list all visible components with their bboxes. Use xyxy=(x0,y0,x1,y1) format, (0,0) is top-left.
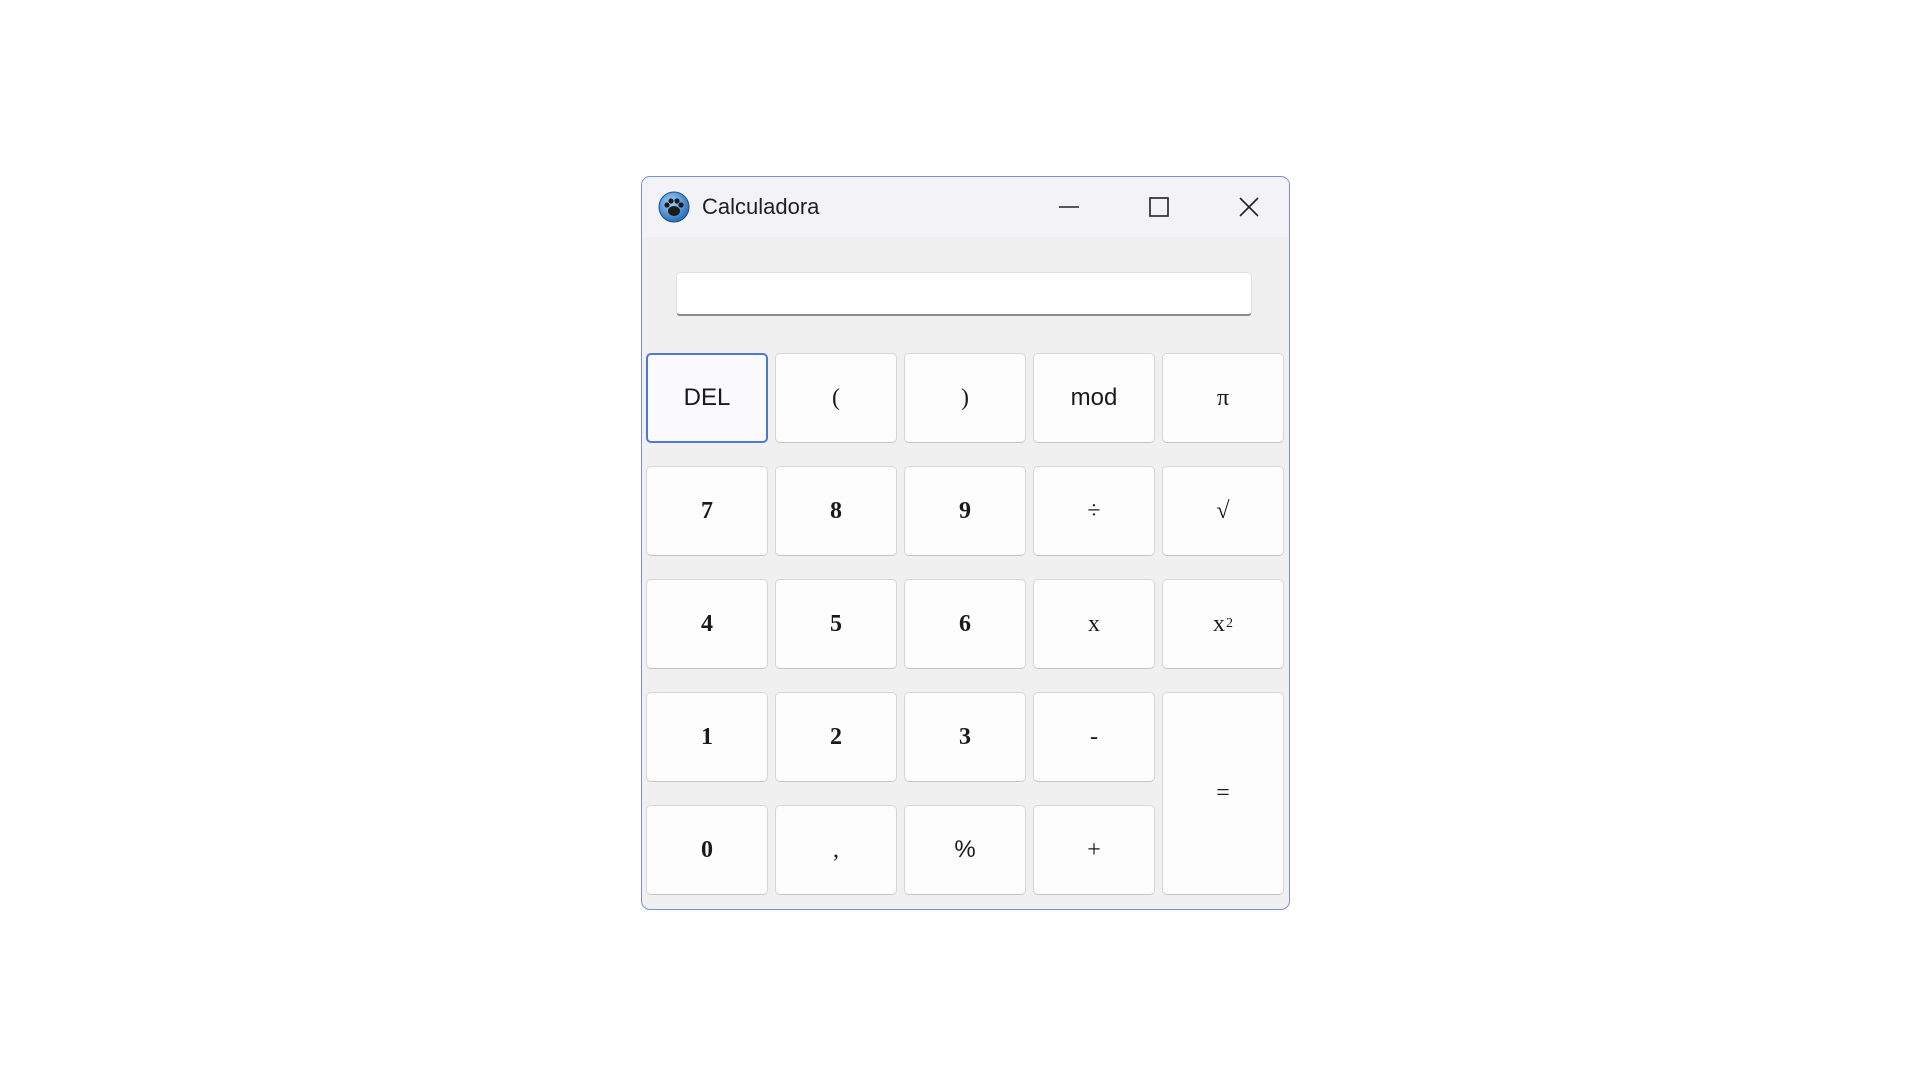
minimize-button[interactable] xyxy=(1024,177,1114,237)
open-paren-label: ( xyxy=(832,384,840,411)
sqrt-button[interactable]: √ xyxy=(1162,466,1284,556)
digit-0-label: 0 xyxy=(701,836,713,863)
del-label: DEL xyxy=(683,384,731,411)
minimize-icon xyxy=(1058,196,1080,218)
divide-label: ÷ xyxy=(1087,497,1101,524)
digit-4-label: 4 xyxy=(701,610,713,637)
digit-6-label: 6 xyxy=(959,610,971,637)
divide-button[interactable]: ÷ xyxy=(1033,466,1155,556)
display-input[interactable] xyxy=(676,272,1252,316)
digit-6-button[interactable]: 6 xyxy=(904,579,1026,669)
equals-label: = xyxy=(1216,780,1230,806)
mod-label: mod xyxy=(1070,384,1118,411)
open-paren-button[interactable]: ( xyxy=(775,353,897,443)
minus-label: - xyxy=(1090,723,1098,750)
digit-0-button[interactable]: 0 xyxy=(646,805,768,895)
plus-label: + xyxy=(1087,836,1101,863)
paw-icon xyxy=(658,191,690,223)
digit-3-label: 3 xyxy=(959,723,971,750)
percent-label: % xyxy=(954,836,976,863)
digit-1-label: 1 xyxy=(701,723,713,750)
digit-7-label: 7 xyxy=(701,497,713,524)
multiply-button[interactable]: x xyxy=(1033,579,1155,669)
calculator-window: Calculadora DEL ( ) mod π 7 8 9 ÷ √ 4 5 … xyxy=(641,176,1290,910)
maximize-button[interactable] xyxy=(1114,177,1204,237)
del-button[interactable]: DEL xyxy=(646,353,768,443)
percent-button[interactable]: % xyxy=(904,805,1026,895)
close-icon xyxy=(1238,196,1260,218)
square-exponent-label: 2 xyxy=(1226,616,1233,631)
pi-button[interactable]: π xyxy=(1162,353,1284,443)
digit-1-button[interactable]: 1 xyxy=(646,692,768,782)
digit-5-label: 5 xyxy=(830,610,842,637)
minus-button[interactable]: - xyxy=(1033,692,1155,782)
digit-7-button[interactable]: 7 xyxy=(646,466,768,556)
digit-9-button[interactable]: 9 xyxy=(904,466,1026,556)
mod-button[interactable]: mod xyxy=(1033,353,1155,443)
close-button[interactable] xyxy=(1204,177,1289,237)
pi-label: π xyxy=(1216,384,1230,411)
close-paren-label: ) xyxy=(961,384,969,411)
digit-4-button[interactable]: 4 xyxy=(646,579,768,669)
close-paren-button[interactable]: ) xyxy=(904,353,1026,443)
square-button[interactable]: x2 xyxy=(1162,579,1284,669)
digit-2-button[interactable]: 2 xyxy=(775,692,897,782)
equals-button[interactable]: = xyxy=(1162,692,1284,895)
multiply-label: x xyxy=(1088,610,1100,637)
digit-3-button[interactable]: 3 xyxy=(904,692,1026,782)
window-title: Calculadora xyxy=(702,194,820,219)
digit-8-label: 8 xyxy=(830,497,842,524)
comma-label: , xyxy=(833,836,839,863)
digit-8-button[interactable]: 8 xyxy=(775,466,897,556)
plus-button[interactable]: + xyxy=(1033,805,1155,895)
digit-2-label: 2 xyxy=(830,723,842,750)
square-base-label: x xyxy=(1213,610,1225,637)
digit-9-label: 9 xyxy=(959,497,971,524)
sqrt-label: √ xyxy=(1216,497,1230,524)
maximize-icon xyxy=(1148,196,1170,218)
digit-5-button[interactable]: 5 xyxy=(775,579,897,669)
comma-button[interactable]: , xyxy=(775,805,897,895)
title-bar[interactable]: Calculadora xyxy=(642,177,1289,237)
